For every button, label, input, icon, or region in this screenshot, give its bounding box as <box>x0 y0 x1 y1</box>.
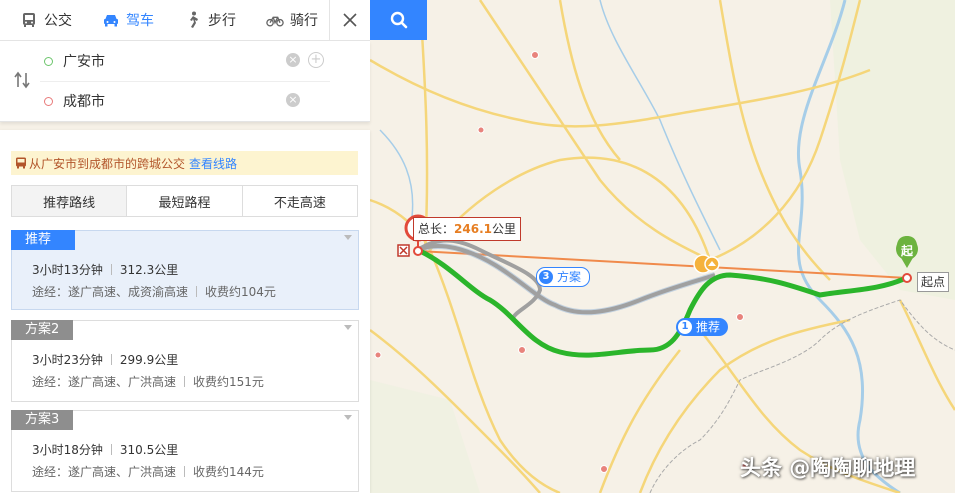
plan-distance: 310.5公里 <box>119 443 179 457</box>
bus-icon <box>23 13 35 27</box>
chevron-down-icon <box>344 325 352 330</box>
route-recommended-bubble[interactable]: 1 推荐 <box>676 318 729 336</box>
close-icon <box>343 13 357 27</box>
plan-toll: 收费约104元 <box>205 285 276 299</box>
plan-toll: 收费约144元 <box>193 465 264 479</box>
plan-duration: 3小时18分钟 <box>32 443 103 457</box>
bus-tip: 从广安市到成都市的跨城公交 查看线路 <box>11 151 358 175</box>
search-button[interactable] <box>370 0 427 40</box>
plan-detail: 途经：遂广高速、成资渝高速 收费约104元 <box>32 283 276 300</box>
plan-duration: 3小时13分钟 <box>32 263 103 277</box>
travel-mode-tabs: 公交 驾车 步行 骑行 <box>0 0 370 41</box>
bus-tip-text: 从广安市到成都市的跨城公交 <box>29 156 186 171</box>
plan-summary: 3小时18分钟 310.5公里 <box>32 441 178 458</box>
plan-distance: 299.9公里 <box>119 353 179 367</box>
start-label: 起点 <box>917 272 950 292</box>
bus-tip-icon <box>16 157 26 169</box>
bike-icon <box>266 16 284 27</box>
search-icon <box>390 11 407 29</box>
plan3-num: 3 <box>539 270 553 284</box>
route-panel: 公交 驾车 步行 骑行 广安市 × + 成都市 × 从广安市到成都市的跨城公交 … <box>0 0 427 493</box>
plan-toll: 收费约151元 <box>193 375 264 389</box>
tab-drive-label: 驾车 <box>126 13 154 29</box>
chevron-down-icon <box>344 415 352 420</box>
swap-icon <box>14 71 30 89</box>
tab-bus[interactable]: 公交 <box>0 0 82 40</box>
start-dot-icon <box>44 56 53 66</box>
plan-via: 途经：遂广高速、成资渝高速 <box>32 285 189 299</box>
end-input-row: × <box>40 81 330 121</box>
total-km: 246.1 <box>454 222 492 236</box>
start-input[interactable] <box>61 52 265 70</box>
walk-icon <box>190 11 198 28</box>
swap-button[interactable] <box>13 71 31 93</box>
plan-detail: 途经：遂广高速、广洪高速 收费约151元 <box>32 373 264 390</box>
tab-bus-label: 公交 <box>44 13 72 29</box>
add-waypoint-button[interactable]: + <box>308 52 324 68</box>
tab-drive[interactable]: 驾车 <box>82 0 164 40</box>
sort-tabs: 推荐路线 最短路程 不走高速 <box>11 185 358 217</box>
plan-tag: 推荐 <box>11 230 76 250</box>
start-pin-text: 起 <box>900 244 913 258</box>
tab-bike[interactable]: 骑行 <box>246 0 328 40</box>
recommended-num: 1 <box>678 320 692 334</box>
clear-end-button[interactable]: × <box>286 93 300 107</box>
tab-recommended-route[interactable]: 推荐路线 <box>12 186 128 216</box>
route-plan3-bubble[interactable]: 3 方案 <box>536 267 591 287</box>
chevron-down-icon <box>344 235 352 240</box>
plan-via: 途经：遂广高速、广洪高速 <box>32 375 177 389</box>
start-input-row: × + <box>40 41 330 82</box>
plan-duration: 3小时23分钟 <box>32 353 103 367</box>
clear-start-button[interactable]: × <box>286 53 300 67</box>
route-input-box: × + × <box>0 41 370 122</box>
result-panel: 从广安市到成都市的跨城公交 查看线路 推荐路线 最短路程 不走高速 推荐 3小时… <box>0 130 370 493</box>
plan-via: 途经：遂广高速、广洪高速 <box>32 465 177 479</box>
plan-detail: 途经：遂广高速、广洪高速 收费约144元 <box>32 463 264 480</box>
total-prefix: 总长： <box>418 222 455 236</box>
plan-tag: 方案2 <box>11 320 74 340</box>
total-distance-label: 总长：246.1公里 <box>413 217 521 241</box>
recommended-label: 推荐 <box>696 320 721 334</box>
bus-tip-link[interactable]: 查看线路 <box>189 155 237 172</box>
service-area-icon <box>693 254 720 274</box>
plan-distance: 312.3公里 <box>119 263 179 277</box>
tab-walk[interactable]: 步行 <box>164 0 246 40</box>
end-dot-icon <box>44 96 53 106</box>
tab-shortest-route[interactable]: 最短路程 <box>127 186 243 216</box>
plan-summary: 3小时23分钟 299.9公里 <box>32 351 178 368</box>
plan-tag: 方案3 <box>11 410 74 430</box>
car-icon <box>104 15 118 27</box>
plan-card-3[interactable]: 方案3 3小时18分钟 310.5公里 途经：遂广高速、广洪高速 收费约144元 <box>11 410 359 492</box>
plan-card-1[interactable]: 推荐 3小时13分钟 312.3公里 途经：遂广高速、成资渝高速 收费约104元 <box>11 230 359 310</box>
plan3-label: 方案 <box>557 270 582 284</box>
close-button[interactable] <box>329 0 370 40</box>
plan-summary: 3小时13分钟 312.3公里 <box>32 261 178 278</box>
end-input[interactable] <box>61 92 265 110</box>
tab-bike-label: 骑行 <box>290 13 318 29</box>
plan-card-2[interactable]: 方案2 3小时23分钟 299.9公里 途经：遂广高速、广洪高速 收费约151元 <box>11 320 359 402</box>
total-unit: 公里 <box>491 222 516 236</box>
tab-no-highway[interactable]: 不走高速 <box>242 186 357 216</box>
watermark: 头条 @陶陶聊地理 <box>740 456 916 480</box>
tab-walk-label: 步行 <box>208 13 236 29</box>
